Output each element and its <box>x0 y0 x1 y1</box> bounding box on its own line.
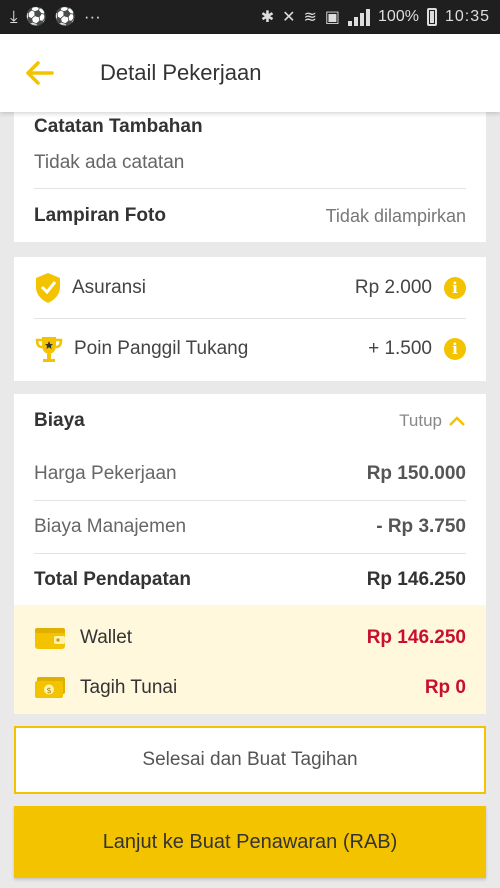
poin-label: Poin Panggil Tukang <box>74 338 249 359</box>
cost-row: Harga Pekerjaan Rp 150.000 <box>34 460 466 488</box>
mute-icon: ✕ <box>282 9 296 26</box>
status-right-icons: ✱ ✕ ≋ ▣ 100% 10:35 <box>261 7 490 27</box>
poin-value-wrap: + 1.500 i <box>368 338 466 360</box>
total-row: Total Pendapatan Rp 146.250 <box>34 566 466 594</box>
lampiran-row: Lampiran Foto Tidak dilampirkan <box>34 202 466 230</box>
status-left-icons: ⤓ ⚽ ⚽ ··· <box>10 7 101 27</box>
cost-header: Biaya Tutup <box>34 406 466 436</box>
collapse-toggle[interactable]: Tutup <box>399 411 466 431</box>
catatan-label: Catatan Tambahan <box>34 116 203 137</box>
info-icon[interactable]: i <box>444 277 466 299</box>
page-title: Detail Pekerjaan <box>100 60 262 85</box>
asuransi-left: Asuransi <box>34 272 146 304</box>
cost-row-label: Harga Pekerjaan <box>34 463 177 484</box>
app-bar: Detail Pekerjaan <box>0 34 500 112</box>
cash-label: Tagih Tunai <box>80 677 178 698</box>
finish-and-invoice-button[interactable]: Selesai dan Buat Tagihan <box>14 726 486 794</box>
wallet-value: Rp 146.250 <box>366 627 466 648</box>
cash-icon: $ <box>35 677 65 698</box>
bluetooth-icon: ✱ <box>260 9 275 26</box>
signal-icon <box>348 8 371 26</box>
asuransi-row: Asuransi Rp 2.000 i <box>34 271 466 305</box>
cash-left: $ Tagih Tunai <box>34 676 177 700</box>
back-button[interactable] <box>20 53 60 93</box>
cost-row-label: Biaya Manajemen <box>34 516 187 537</box>
divider <box>34 500 466 501</box>
arrow-left-icon <box>26 61 54 85</box>
wifi-icon: ≋ <box>303 9 317 26</box>
asuransi-value: Rp 2.000 <box>354 277 432 298</box>
cash-value: Rp 0 <box>424 677 466 698</box>
toggle-label: Tutup <box>399 411 442 430</box>
poin-left: Poin Panggil Tukang <box>34 334 248 364</box>
asuransi-value-wrap: Rp 2.000 i <box>355 277 466 299</box>
battery-text: 100% <box>378 8 419 25</box>
poin-row: Poin Panggil Tukang + 1.500 i <box>34 332 466 366</box>
svg-text:$: $ <box>46 686 51 695</box>
catatan-value: Tidak ada catatan <box>34 152 185 173</box>
wallet-left: Wallet <box>34 625 132 651</box>
catatan-row: Catatan Tambahan <box>34 114 466 140</box>
divider <box>34 188 466 189</box>
lampiran-label: Lampiran Foto <box>34 205 166 226</box>
catatan-value-row: Tidak ada catatan <box>34 150 466 176</box>
sim-icon: ▣ <box>324 9 341 26</box>
divider <box>34 318 466 319</box>
soccer-ball-icon: ⚽ <box>54 7 76 26</box>
total-value: Rp 146.250 <box>366 569 466 590</box>
lampiran-value: Tidak dilampirkan <box>325 205 466 226</box>
poin-value: + 1.500 <box>368 338 432 359</box>
trophy-icon <box>35 337 63 362</box>
wallet-row: Wallet Rp 146.250 <box>34 621 466 655</box>
battery-icon <box>426 8 437 26</box>
cost-row-value: - Rp 3.750 <box>376 516 466 537</box>
status-bar: ⤓ ⚽ ⚽ ··· ✱ ✕ ≋ ▣ 100% 10:35 <box>0 0 500 34</box>
clock: 10:35 <box>444 8 490 25</box>
extras-card: Asuransi Rp 2.000 i Poin Panggil Tukang … <box>14 257 486 381</box>
notes-card: Catatan Tambahan Tidak ada catatan Lampi… <box>14 112 486 242</box>
create-offer-button[interactable]: Lanjut ke Buat Penawaran (RAB) <box>14 806 486 878</box>
chevron-up-icon <box>449 416 465 426</box>
wallet-label: Wallet <box>80 627 133 648</box>
cost-row: Biaya Manajemen - Rp 3.750 <box>34 513 466 541</box>
shield-icon <box>36 273 60 303</box>
more-icon: ··· <box>83 7 101 26</box>
info-icon[interactable]: i <box>444 338 466 360</box>
total-label: Total Pendapatan <box>34 569 191 590</box>
divider <box>34 553 466 554</box>
cost-row-value: Rp 150.000 <box>366 463 466 484</box>
cost-card: Biaya Tutup Harga Pekerjaan Rp 150.000 B… <box>14 394 486 714</box>
payment-breakdown: Wallet Rp 146.250 $ Tagih Tunai Rp 0 <box>14 605 486 714</box>
wallet-icon <box>35 628 65 649</box>
download-icon: ⤓ <box>10 7 18 26</box>
soccer-ball-icon: ⚽ <box>25 7 47 26</box>
asuransi-label: Asuransi <box>72 277 146 298</box>
cash-row: $ Tagih Tunai Rp 0 <box>34 671 466 705</box>
cost-title: Biaya <box>34 410 85 431</box>
